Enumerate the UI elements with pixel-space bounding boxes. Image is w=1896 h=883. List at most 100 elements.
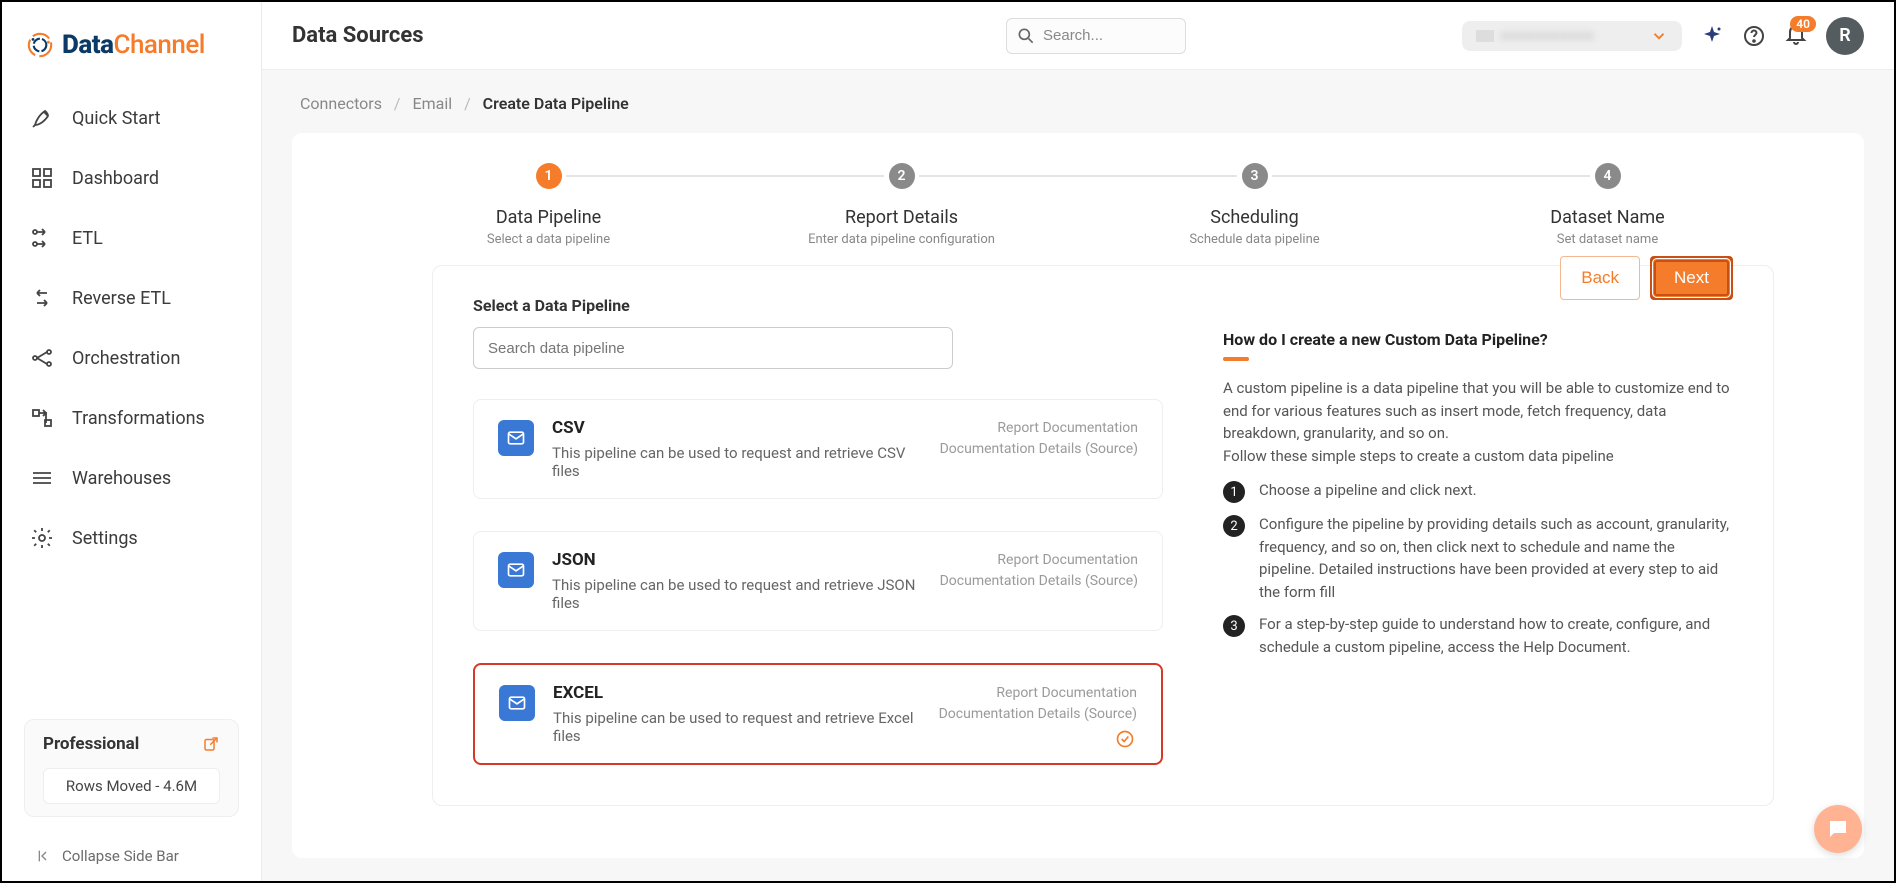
panel: Select a Data Pipeline CSV This pipeline… <box>432 265 1774 806</box>
gear-icon <box>30 526 54 550</box>
step-sub: Enter data pipeline configuration <box>725 232 1078 247</box>
sidebar-label: Reverse ETL <box>72 288 171 309</box>
plan-name: Professional <box>43 734 139 754</box>
pipeline-title: JSON <box>552 550 922 570</box>
logo-text: DataChannel <box>62 30 205 60</box>
topbar: Data Sources ———————— <box>262 2 1894 70</box>
email-icon <box>499 685 535 721</box>
stepper: 1 Data Pipeline Select a data pipeline 2… <box>292 133 1864 858</box>
pipeline-card-json[interactable]: JSON This pipeline can be used to reques… <box>473 531 1163 631</box>
email-icon <box>498 420 534 456</box>
step-2[interactable]: 2 Report Details Enter data pipeline con… <box>725 163 1078 247</box>
reverse-etl-icon <box>30 286 54 310</box>
breadcrumb: Connectors / Email / Create Data Pipelin… <box>262 70 1894 123</box>
pipeline-card-excel[interactable]: EXCEL This pipeline can be used to reque… <box>473 663 1163 765</box>
plan-rows-moved: Rows Moved - 4.6M <box>43 768 220 804</box>
help-paragraph: Follow these simple steps to create a cu… <box>1223 445 1733 468</box>
step-bullet: 3 <box>1223 615 1245 637</box>
chevron-down-icon <box>1650 27 1668 45</box>
help-step: For a step-by-step guide to understand h… <box>1259 613 1733 658</box>
step-label: Dataset Name <box>1431 207 1784 228</box>
avatar[interactable]: R <box>1826 17 1864 55</box>
collapse-label: Collapse Side Bar <box>62 847 179 865</box>
collapse-icon <box>36 848 52 864</box>
grid-icon <box>30 166 54 190</box>
orchestration-icon <box>30 346 54 370</box>
sidebar-label: Dashboard <box>72 168 159 189</box>
avatar-initial: R <box>1839 25 1850 46</box>
pipeline-title: CSV <box>552 418 922 438</box>
check-circle-icon <box>1115 729 1135 749</box>
breadcrumb-email[interactable]: Email <box>413 94 453 113</box>
step-sub: Select a data pipeline <box>372 232 725 247</box>
sidebar-label: Warehouses <box>72 468 171 489</box>
rocket-icon <box>30 106 54 130</box>
step-4[interactable]: 4 Dataset Name Set dataset name <box>1431 163 1784 247</box>
transformations-icon <box>30 406 54 430</box>
sidebar-label: Settings <box>72 528 138 549</box>
sidebar-item-reverse-etl[interactable]: Reverse ETL <box>12 268 251 328</box>
sidebar-item-etl[interactable]: ETL <box>12 208 251 268</box>
step-bullet: 1 <box>1223 481 1245 503</box>
sidebar-label: Quick Start <box>72 108 161 129</box>
step-sub: Set dataset name <box>1431 232 1784 247</box>
pipeline-desc: This pipeline can be used to request and… <box>553 709 921 745</box>
sidebar-label: ETL <box>72 228 103 249</box>
step-3[interactable]: 3 Scheduling Schedule data pipeline <box>1078 163 1431 247</box>
pipeline-doc-link[interactable]: Report Documentation <box>939 683 1137 704</box>
pipeline-doc-link[interactable]: Report Documentation <box>940 550 1138 571</box>
sidebar-item-quickstart[interactable]: Quick Start <box>12 88 251 148</box>
chat-icon <box>1826 817 1850 841</box>
next-button[interactable]: Next <box>1653 259 1730 297</box>
org-name: ———————— <box>1500 27 1594 45</box>
plan-card: Professional Rows Moved - 4.6M <box>24 719 239 817</box>
step-1[interactable]: 1 Data Pipeline Select a data pipeline <box>372 163 725 247</box>
search-icon <box>1016 26 1036 46</box>
pipeline-doc-link[interactable]: Documentation Details (Source) <box>940 571 1138 592</box>
step-sub: Schedule data pipeline <box>1078 232 1431 247</box>
org-selector[interactable]: ———————— <box>1462 21 1682 51</box>
pipeline-search-input[interactable] <box>473 327 953 369</box>
notification-badge: 40 <box>1790 16 1816 32</box>
help-underline <box>1223 357 1249 361</box>
collapse-sidebar-button[interactable]: Collapse Side Bar <box>2 827 261 871</box>
pipeline-card-csv[interactable]: CSV This pipeline can be used to request… <box>473 399 1163 499</box>
step-number: 4 <box>1595 163 1621 189</box>
step-label: Report Details <box>725 207 1078 228</box>
breadcrumb-current: Create Data Pipeline <box>483 94 629 113</box>
email-icon <box>498 552 534 588</box>
external-link-icon[interactable] <box>202 735 220 753</box>
pipeline-desc: This pipeline can be used to request and… <box>552 576 922 612</box>
sidebar-item-warehouses[interactable]: Warehouses <box>12 448 251 508</box>
sidebar: DataChannel Quick Start Dashboard ETL Re… <box>2 2 262 881</box>
step-bullet: 2 <box>1223 515 1245 537</box>
sidebar-item-dashboard[interactable]: Dashboard <box>12 148 251 208</box>
help-step: Configure the pipeline by providing deta… <box>1259 513 1733 603</box>
sidebar-item-orchestration[interactable]: Orchestration <box>12 328 251 388</box>
pipeline-desc: This pipeline can be used to request and… <box>552 444 922 480</box>
brand-logo[interactable]: DataChannel <box>2 20 261 88</box>
sparkle-icon[interactable] <box>1700 24 1724 48</box>
back-button[interactable]: Back <box>1560 256 1640 300</box>
pipeline-doc-link[interactable]: Documentation Details (Source) <box>940 439 1138 460</box>
pipeline-doc-link[interactable]: Report Documentation <box>940 418 1138 439</box>
etl-icon <box>30 226 54 250</box>
step-number: 3 <box>1242 163 1268 189</box>
help-step: Choose a pipeline and click next. <box>1259 479 1477 503</box>
notifications-button[interactable]: 40 <box>1784 22 1808 50</box>
sidebar-item-settings[interactable]: Settings <box>12 508 251 568</box>
sidebar-nav: Quick Start Dashboard ETL Reverse ETL Or… <box>2 88 261 709</box>
sidebar-item-transformations[interactable]: Transformations <box>12 388 251 448</box>
panel-title: Select a Data Pipeline <box>473 296 1163 315</box>
breadcrumb-connectors[interactable]: Connectors <box>300 94 382 113</box>
help-paragraph: A custom pipeline is a data pipeline tha… <box>1223 377 1733 445</box>
logo-icon <box>26 31 54 59</box>
chat-fab[interactable] <box>1814 805 1862 853</box>
pipeline-doc-link[interactable]: Documentation Details (Source) <box>939 704 1137 725</box>
warehouses-icon <box>30 466 54 490</box>
step-label: Scheduling <box>1078 207 1431 228</box>
main: Data Sources ———————— <box>262 2 1894 881</box>
step-number: 1 <box>536 163 562 189</box>
page-title: Data Sources <box>292 23 424 48</box>
help-icon[interactable] <box>1742 24 1766 48</box>
